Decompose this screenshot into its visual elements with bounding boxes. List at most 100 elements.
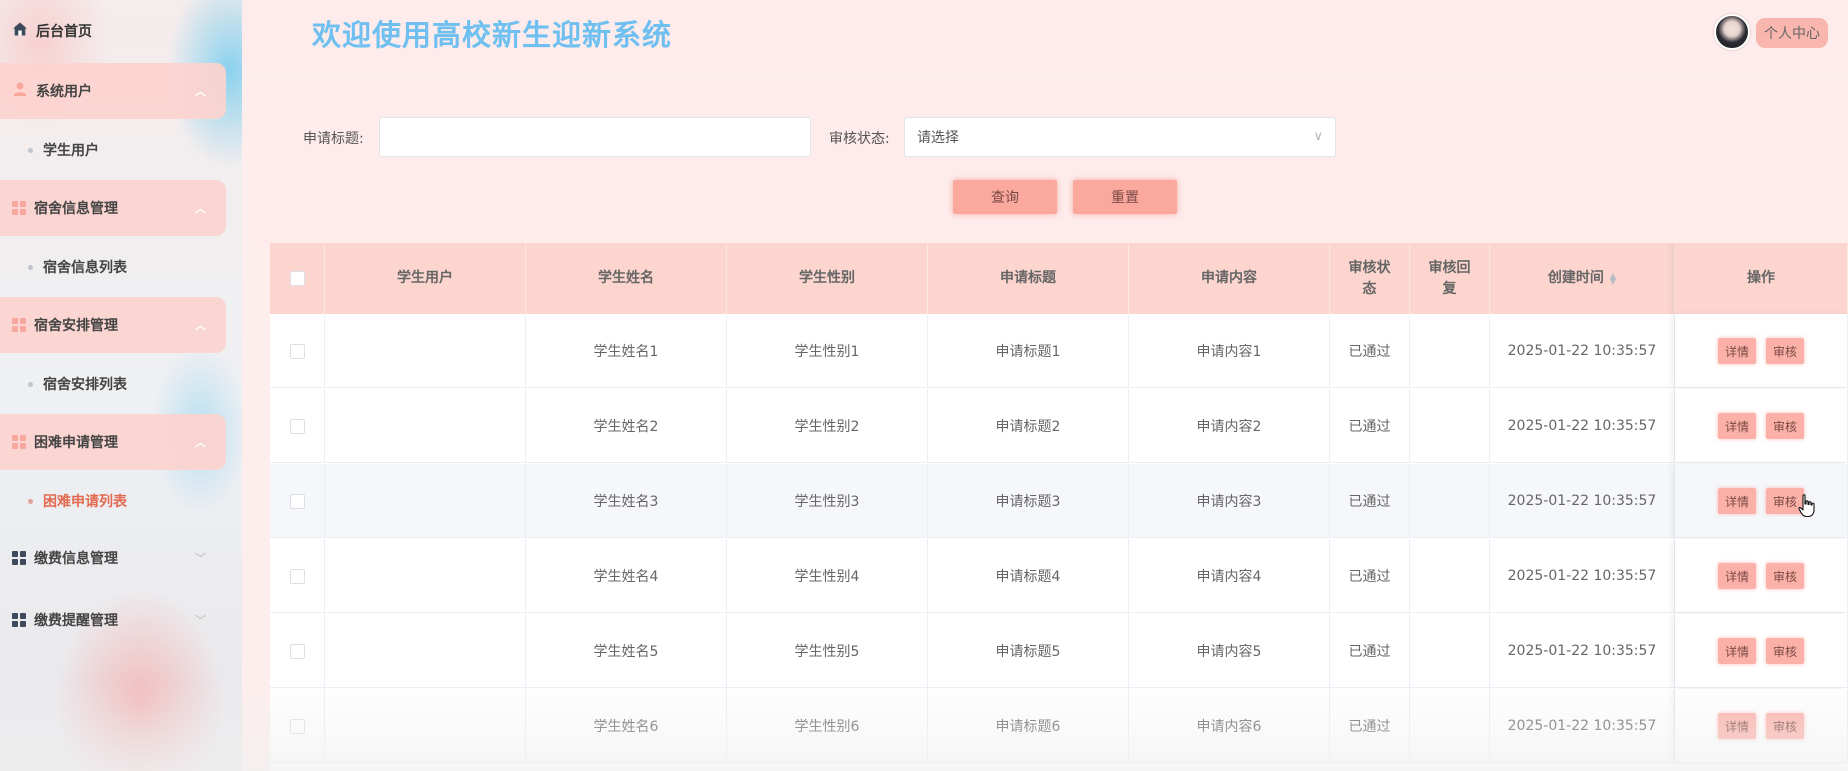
nav-home[interactable]: 后台首页 bbox=[0, 10, 226, 52]
detail-button[interactable]: 详情 bbox=[1717, 638, 1756, 664]
cell-title: 申请标题6 bbox=[928, 689, 1129, 763]
cell-name: 学生姓名2 bbox=[526, 389, 727, 463]
cell-title: 申请标题5 bbox=[928, 614, 1129, 688]
cell-reply bbox=[1410, 539, 1490, 613]
row-checkbox[interactable] bbox=[289, 718, 305, 734]
cell-title: 申请标题1 bbox=[928, 314, 1129, 388]
row-checkbox[interactable] bbox=[289, 343, 305, 359]
grid-icon bbox=[12, 613, 26, 627]
bullet-icon bbox=[28, 147, 33, 153]
column-header: 学生用户 bbox=[325, 243, 526, 314]
row-checkbox[interactable] bbox=[289, 418, 305, 434]
nav-sub-dorm-info-list[interactable]: 宿舍信息列表 bbox=[0, 247, 226, 287]
audit-button[interactable]: 审核 bbox=[1766, 413, 1805, 439]
row-select-cell bbox=[270, 614, 325, 688]
status-select[interactable]: 请选择 ∨ bbox=[904, 117, 1336, 157]
column-header: 学生性别 bbox=[727, 243, 928, 314]
reset-button[interactable]: 重置 bbox=[1073, 180, 1177, 214]
row-select-cell bbox=[270, 389, 325, 463]
nav-group-system-users[interactable]: 系统用户 ︿ bbox=[0, 63, 226, 119]
status-select-value: 请选择 bbox=[917, 130, 959, 146]
nav-home-label: 后台首页 bbox=[36, 24, 92, 40]
nav-group-fee-info[interactable]: 缴费信息管理 ﹀ bbox=[0, 530, 226, 586]
nav-sub-student-users[interactable]: 学生用户 bbox=[0, 130, 226, 170]
row-select-cell bbox=[270, 464, 325, 538]
row-select-cell bbox=[270, 539, 325, 613]
cell-title: 申请标题4 bbox=[928, 539, 1129, 613]
nav-sub-label: 学生用户 bbox=[43, 143, 99, 159]
chevron-up-icon: ︿ bbox=[195, 85, 206, 98]
cell-name: 学生姓名1 bbox=[526, 314, 727, 388]
chevron-up-icon: ︿ bbox=[195, 319, 206, 332]
title-search-input[interactable] bbox=[379, 117, 811, 157]
audit-button[interactable]: 审核 bbox=[1766, 338, 1805, 364]
row-select-cell bbox=[270, 689, 325, 763]
table-row: 学生姓名6 学生性别6 申请标题6 申请内容6 已通过 2025-01-22 10:35:… bbox=[270, 689, 1848, 763]
nav-sub-dorm-arrange-list[interactable]: 宿舍安排列表 bbox=[0, 364, 226, 404]
row-checkbox[interactable] bbox=[289, 493, 305, 509]
row-actions: 详情 审核 bbox=[1675, 689, 1848, 763]
cell-time: 2025-01-22 10:35:57 bbox=[1490, 689, 1675, 763]
user-icon bbox=[12, 81, 28, 101]
row-actions: 详情 审核 bbox=[1675, 539, 1848, 613]
bullet-icon bbox=[28, 498, 33, 504]
profile-button[interactable]: 个人中心 bbox=[1756, 18, 1828, 48]
status-filter-label: 审核状态: bbox=[829, 131, 890, 147]
chevron-up-icon: ︿ bbox=[195, 202, 206, 215]
query-button[interactable]: 查询 bbox=[953, 180, 1057, 214]
column-header: 申请标题 bbox=[928, 243, 1129, 314]
nav-group-dorm-info[interactable]: 宿舍信息管理 ︿ bbox=[0, 180, 226, 236]
sort-icon[interactable]: ▲ ▼ bbox=[1610, 271, 1616, 285]
table-row: 学生姓名5 学生性别5 申请标题5 申请内容5 已通过 2025-01-22 10:35:… bbox=[270, 614, 1848, 688]
audit-button[interactable]: 审核 bbox=[1766, 563, 1805, 589]
chevron-up-icon: ︿ bbox=[195, 436, 206, 449]
cell-status: 已通过 bbox=[1330, 614, 1410, 688]
table-header: 学生用户 学生姓名 学生性别 申请标题 申请内容 审核状态 审核回复 创建时间 … bbox=[270, 243, 1848, 314]
cell-time: 2025-01-22 10:35:57 bbox=[1490, 539, 1675, 613]
row-actions: 详情 审核 bbox=[1675, 614, 1848, 688]
nav-sub-label: 困难申请列表 bbox=[43, 494, 127, 510]
column-header: 学生姓名 bbox=[526, 243, 727, 314]
nav-group-hardship[interactable]: 困难申请管理 ︿ bbox=[0, 414, 226, 470]
row-checkbox[interactable] bbox=[289, 643, 305, 659]
cell-name: 学生姓名3 bbox=[526, 464, 727, 538]
cell-name: 学生姓名4 bbox=[526, 539, 727, 613]
nav-group-label: 宿舍安排管理 bbox=[34, 318, 118, 334]
cell-time: 2025-01-22 10:35:57 bbox=[1490, 464, 1675, 538]
chevron-down-icon: ﹀ bbox=[195, 614, 206, 627]
nav-group-label: 宿舍信息管理 bbox=[34, 201, 118, 217]
audit-button[interactable]: 审核 bbox=[1766, 713, 1805, 739]
avatar[interactable] bbox=[1714, 14, 1750, 50]
row-select-cell bbox=[270, 314, 325, 388]
cell-user bbox=[325, 464, 526, 538]
cell-user bbox=[325, 389, 526, 463]
cell-user bbox=[325, 314, 526, 388]
detail-button[interactable]: 详情 bbox=[1717, 413, 1756, 439]
grid-icon bbox=[12, 435, 26, 449]
cell-gender: 学生性别2 bbox=[727, 389, 928, 463]
grid-icon bbox=[12, 318, 26, 332]
detail-button[interactable]: 详情 bbox=[1717, 563, 1756, 589]
nav-group-dorm-arrange[interactable]: 宿舍安排管理 ︿ bbox=[0, 297, 226, 353]
home-icon bbox=[12, 21, 28, 41]
detail-button[interactable]: 详情 bbox=[1717, 338, 1756, 364]
select-all-checkbox[interactable] bbox=[289, 271, 305, 286]
detail-button[interactable]: 详情 bbox=[1717, 488, 1756, 514]
column-header-created-time[interactable]: 创建时间 ▲ ▼ bbox=[1490, 243, 1675, 314]
cell-gender: 学生性别4 bbox=[727, 539, 928, 613]
nav-group-fee-reminder[interactable]: 缴费提醒管理 ﹀ bbox=[0, 592, 226, 648]
cell-status: 已通过 bbox=[1330, 314, 1410, 388]
table-row: 学生姓名1 学生性别1 申请标题1 申请内容1 已通过 2025-01-22 10:35:… bbox=[270, 314, 1848, 388]
row-checkbox[interactable] bbox=[289, 568, 305, 584]
detail-button[interactable]: 详情 bbox=[1717, 713, 1756, 739]
cell-reply bbox=[1410, 614, 1490, 688]
cell-time: 2025-01-22 10:35:57 bbox=[1490, 314, 1675, 388]
cell-time: 2025-01-22 10:35:57 bbox=[1490, 614, 1675, 688]
nav-sub-hardship-list[interactable]: 困难申请列表 bbox=[0, 481, 226, 521]
cell-gender: 学生性别6 bbox=[727, 689, 928, 763]
cell-content: 申请内容5 bbox=[1129, 614, 1330, 688]
search-panel: 申请标题: 审核状态: 请选择 ∨ 查询 重置 bbox=[250, 80, 1848, 244]
cell-status: 已通过 bbox=[1330, 689, 1410, 763]
audit-button[interactable]: 审核 bbox=[1766, 638, 1805, 664]
chevron-down-icon: ﹀ bbox=[195, 552, 206, 565]
